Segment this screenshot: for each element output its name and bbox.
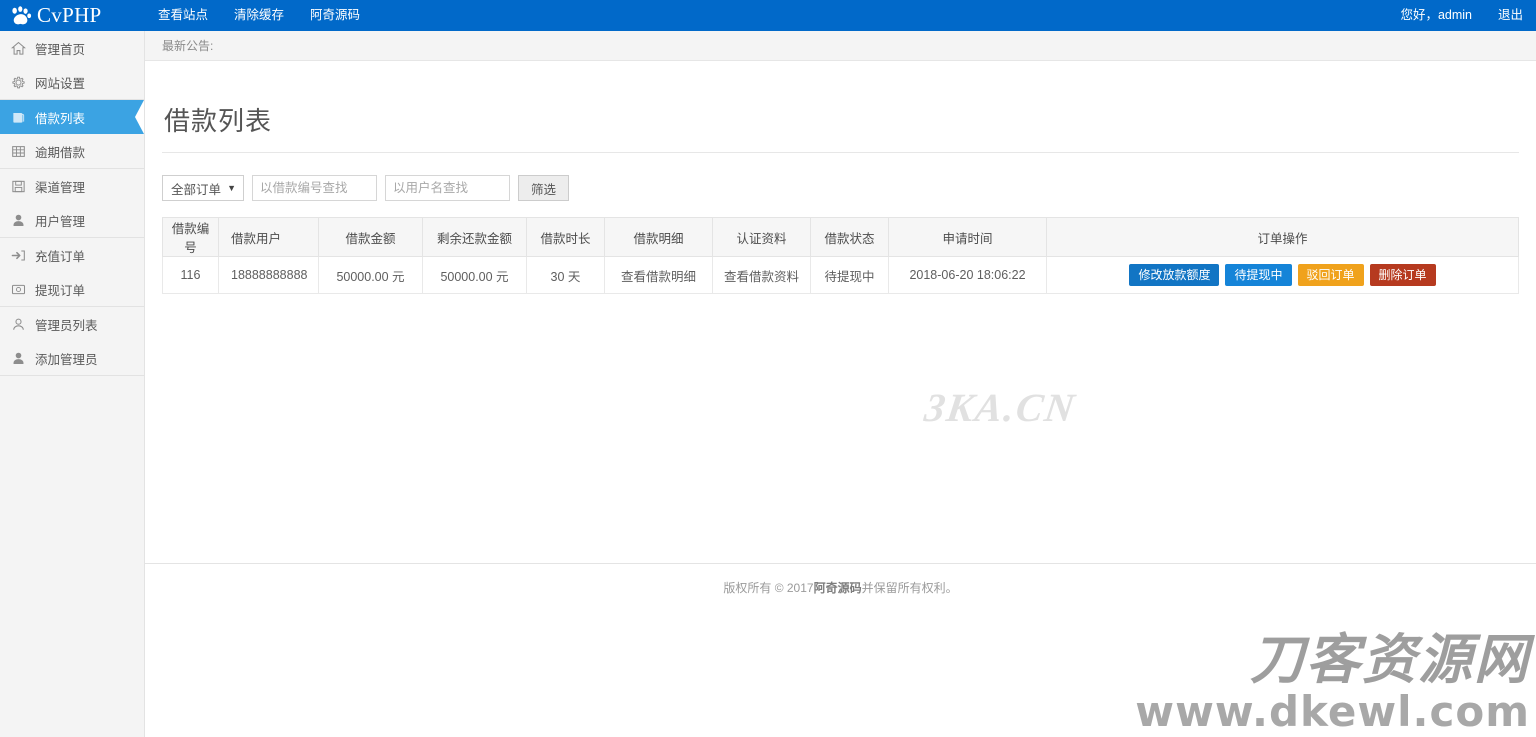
footer-brand: 阿奇源码 xyxy=(814,579,862,596)
save-icon xyxy=(11,179,26,194)
gear-icon xyxy=(11,75,26,90)
cell-loan-user: 18888888888 xyxy=(219,257,319,294)
table-row: 116 18888888888 50000.00 元 50000.00 元 30… xyxy=(163,257,1519,294)
sidebar-item-label: 用户管理 xyxy=(35,211,85,230)
watermark-url-text: www.dkewl.com xyxy=(1135,691,1530,733)
cell-order-actions: 修改放款额度 待提现中 驳回订单 删除订单 xyxy=(1047,257,1519,294)
sidebar-item-loan-list[interactable]: 借款列表 xyxy=(0,100,144,134)
loan-number-search-input[interactable] xyxy=(252,175,377,201)
column-header-certification: 认证资料 xyxy=(713,218,811,257)
cell-certification-link[interactable]: 查看借款资料 xyxy=(713,257,811,294)
sidebar-item-channel-management[interactable]: 渠道管理 xyxy=(0,169,144,203)
order-type-select-value: 全部订单 xyxy=(171,179,221,198)
topnav-item-view-site[interactable]: 查看站点 xyxy=(145,0,221,31)
greeting-label: 您好，admin xyxy=(1387,0,1485,31)
footer-suffix: 并保留所有权利。 xyxy=(862,579,958,596)
sidebar-item-overdue-loans[interactable]: 逾期借款 xyxy=(0,134,144,168)
column-header-loan-user: 借款用户 xyxy=(219,218,319,257)
sidebar-item-user-management[interactable]: 用户管理 xyxy=(0,203,144,237)
sidebar-item-label: 渠道管理 xyxy=(35,177,85,196)
sidebar-item-dashboard[interactable]: 管理首页 xyxy=(0,31,144,65)
sidebar-group-2: 借款列表 逾期借款 xyxy=(0,100,144,169)
top-navigation-bar: CvPHP 查看站点 清除缓存 阿奇源码 您好，admin 退出 xyxy=(0,0,1536,31)
footer: 版权所有 © 2017 阿奇源码 并保留所有权利。 xyxy=(145,564,1536,600)
book-icon xyxy=(11,110,26,125)
watermark-cn-text: 刀客资源网 xyxy=(1135,633,1530,687)
announcement-label: 最新公告: xyxy=(162,37,213,54)
sidebar-item-label: 逾期借款 xyxy=(35,142,85,161)
reject-order-button[interactable]: 驳回订单 xyxy=(1298,264,1364,286)
user-add-icon xyxy=(11,351,26,366)
column-header-loan-status: 借款状态 xyxy=(811,218,889,257)
sidebar-item-label: 借款列表 xyxy=(35,108,85,127)
cell-apply-time: 2018-06-20 18:06:22 xyxy=(889,257,1047,294)
delete-order-button[interactable]: 删除订单 xyxy=(1370,264,1436,286)
cell-loan-duration: 30 天 xyxy=(527,257,605,294)
sidebar-item-label: 提现订单 xyxy=(35,280,85,299)
brand-title: CvPHP xyxy=(37,5,102,26)
user-outline-icon xyxy=(11,317,26,332)
loan-table: 借款编号 借款用户 借款金额 剩余还款金额 借款时长 借款明细 认证资料 借款状… xyxy=(162,217,1519,294)
sidebar-item-recharge-orders[interactable]: 充值订单 xyxy=(0,238,144,272)
topnav-item-aqi-source[interactable]: 阿奇源码 xyxy=(297,0,373,31)
filter-toolbar: 全部订单 ▼ 筛选 xyxy=(162,153,1519,201)
sidebar-item-add-admin[interactable]: 添加管理员 xyxy=(0,341,144,375)
column-header-loan-detail: 借款明细 xyxy=(605,218,713,257)
column-header-loan-duration: 借款时长 xyxy=(527,218,605,257)
home-icon xyxy=(11,41,26,56)
sidebar-item-label: 充值订单 xyxy=(35,246,85,265)
center-watermark: 3KA.CN xyxy=(922,384,1080,431)
sidebar: 管理首页 网站设置 借款列表 逾期借款 xyxy=(0,31,145,737)
paw-icon xyxy=(10,6,32,26)
column-header-loan-amount: 借款金额 xyxy=(319,218,423,257)
edit-loan-limit-button[interactable]: 修改放款额度 xyxy=(1129,264,1219,286)
active-indicator-arrow xyxy=(135,100,144,134)
user-icon xyxy=(11,213,26,228)
sign-in-icon xyxy=(11,248,26,263)
admin-page: CvPHP 查看站点 清除缓存 阿奇源码 您好，admin 退出 管理首页 xyxy=(0,0,1536,737)
action-button-group: 修改放款额度 待提现中 驳回订单 删除订单 xyxy=(1051,264,1514,286)
column-header-apply-time: 申请时间 xyxy=(889,218,1047,257)
cell-loan-id: 116 xyxy=(163,257,219,294)
sidebar-item-site-settings[interactable]: 网站设置 xyxy=(0,65,144,99)
sidebar-item-label: 管理首页 xyxy=(35,39,85,58)
top-nav-links: 查看站点 清除缓存 阿奇源码 xyxy=(145,0,373,31)
sidebar-item-withdraw-orders[interactable]: 提现订单 xyxy=(0,272,144,306)
username-search-input[interactable] xyxy=(385,175,510,201)
sidebar-group-1: 管理首页 网站设置 xyxy=(0,31,144,100)
chevron-down-icon: ▼ xyxy=(227,183,236,193)
sidebar-item-label: 管理员列表 xyxy=(35,315,98,334)
pending-withdraw-button[interactable]: 待提现中 xyxy=(1225,264,1291,286)
column-header-loan-id: 借款编号 xyxy=(163,218,219,257)
logout-link[interactable]: 退出 xyxy=(1485,0,1536,31)
table-header-row: 借款编号 借款用户 借款金额 剩余还款金额 借款时长 借款明细 认证资料 借款状… xyxy=(163,218,1519,257)
sidebar-item-admin-list[interactable]: 管理员列表 xyxy=(0,307,144,341)
brand-logo[interactable]: CvPHP xyxy=(0,0,145,31)
order-type-select[interactable]: 全部订单 ▼ xyxy=(162,175,244,201)
table-icon xyxy=(11,144,26,159)
money-card-icon xyxy=(11,282,26,297)
cell-remaining-amount: 50000.00 元 xyxy=(423,257,527,294)
cell-loan-status: 待提现中 xyxy=(811,257,889,294)
cell-loan-amount: 50000.00 元 xyxy=(319,257,423,294)
top-right-area: 您好，admin 退出 xyxy=(1387,0,1536,31)
sidebar-item-label: 添加管理员 xyxy=(35,349,98,368)
topnav-item-clear-cache[interactable]: 清除缓存 xyxy=(221,0,297,31)
page-title: 借款列表 xyxy=(162,61,1519,152)
sidebar-group-4: 充值订单 提现订单 xyxy=(0,238,144,307)
filter-submit-button[interactable]: 筛选 xyxy=(518,175,569,201)
sidebar-group-3: 渠道管理 用户管理 xyxy=(0,169,144,238)
sidebar-group-5: 管理员列表 添加管理员 xyxy=(0,307,144,376)
column-header-remaining-amount: 剩余还款金额 xyxy=(423,218,527,257)
bottom-right-watermark: 刀客资源网 www.dkewl.com xyxy=(1135,633,1530,733)
content-panel: 借款列表 全部订单 ▼ 筛选 xyxy=(145,61,1536,564)
column-header-order-actions: 订单操作 xyxy=(1047,218,1519,257)
footer-prefix: 版权所有 © 2017 xyxy=(723,579,813,596)
announcement-bar: 最新公告: xyxy=(145,31,1536,61)
cell-loan-detail-link[interactable]: 查看借款明细 xyxy=(605,257,713,294)
sidebar-item-label: 网站设置 xyxy=(35,73,85,92)
